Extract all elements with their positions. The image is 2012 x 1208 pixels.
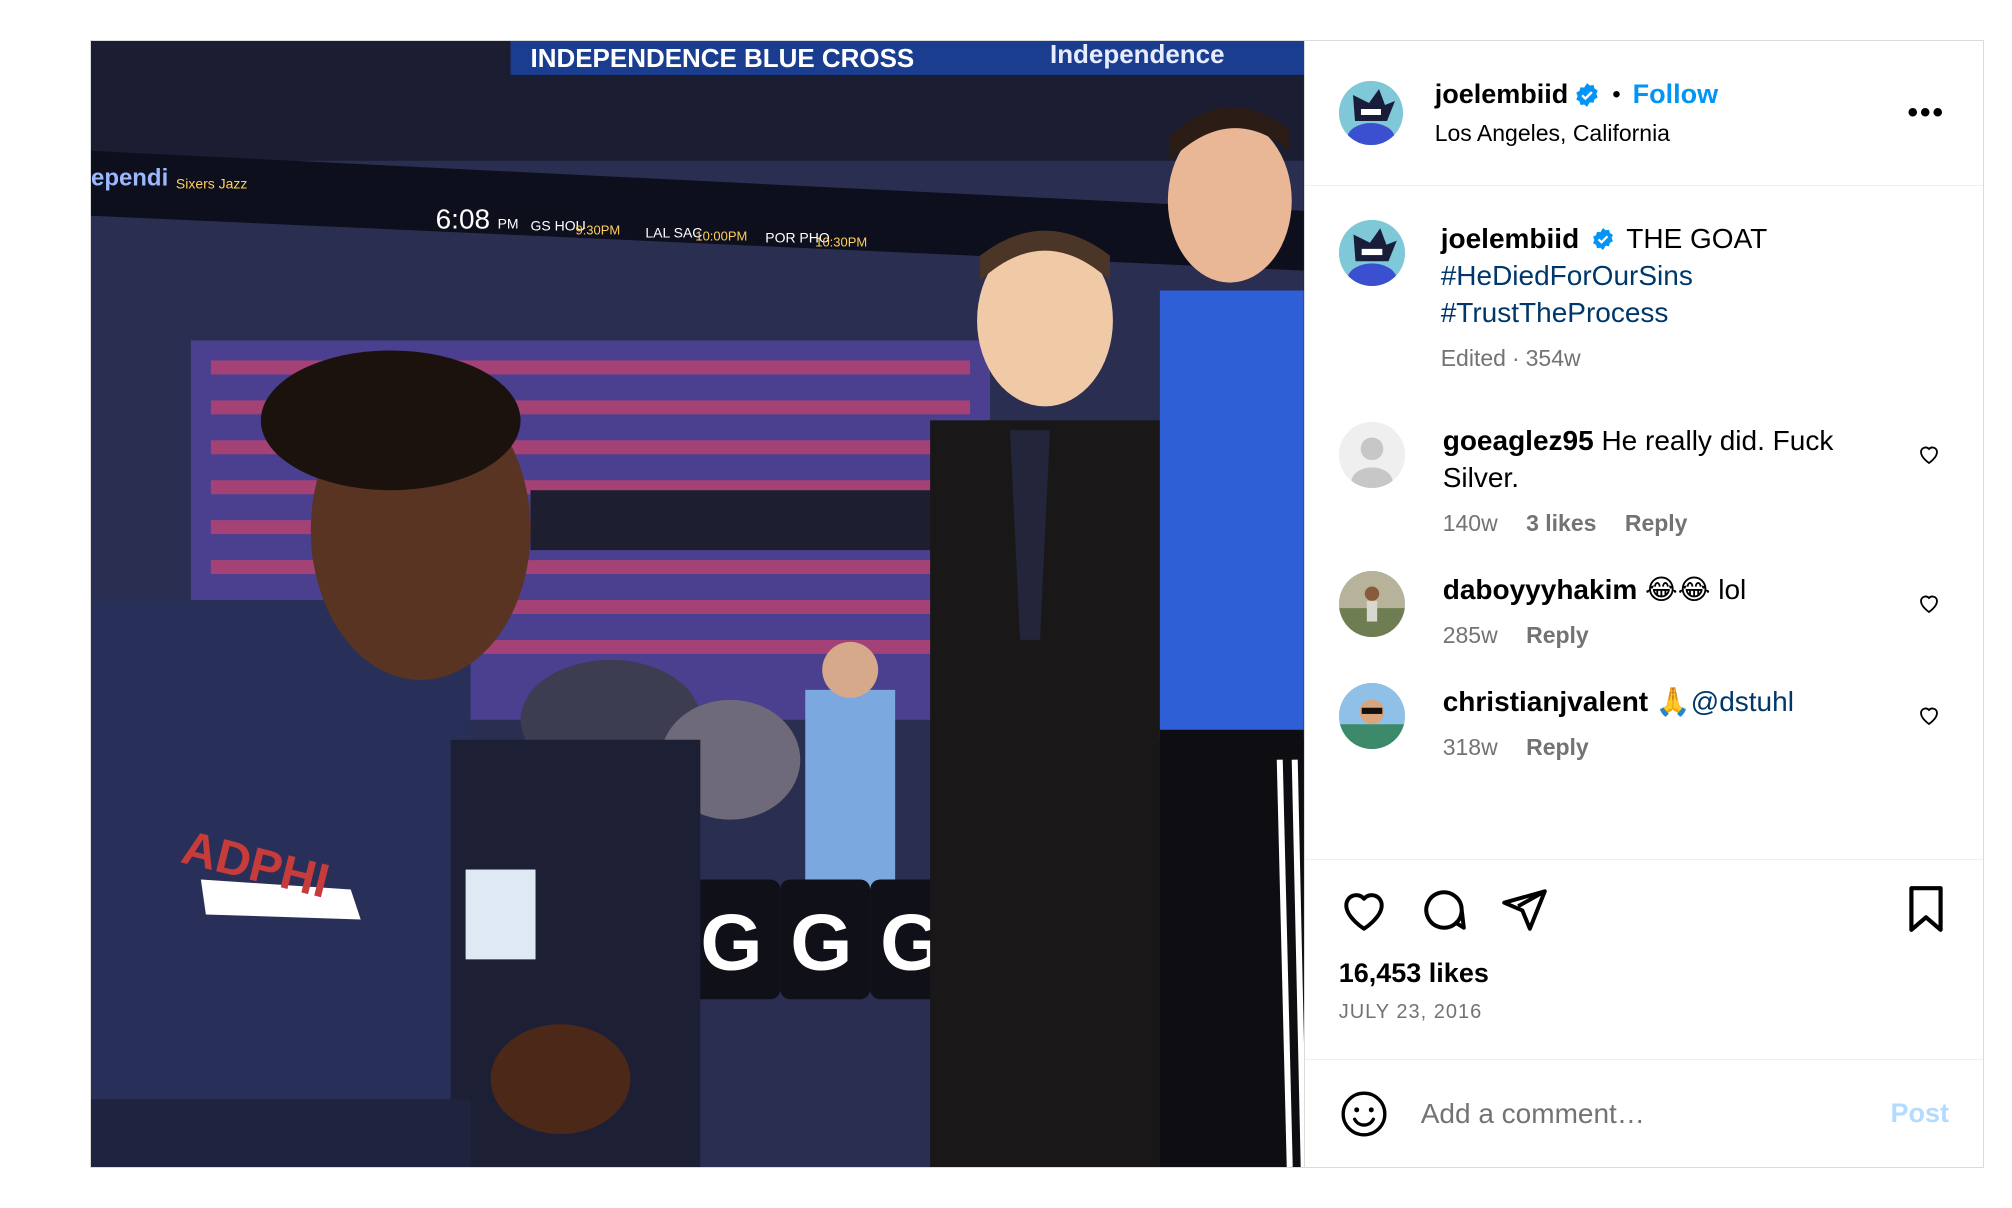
comment-composer: Post: [1304, 1059, 1983, 1167]
post-card: INDEPENDENCE BLUE CROSS Independence epe…: [90, 40, 1984, 1168]
photo-banner-right: Independence: [1050, 41, 1225, 69]
comment-text-block: goeaglez95 He really did. Fuck Silver.: [1443, 422, 1889, 496]
comment-username[interactable]: christianjvalent: [1443, 686, 1648, 717]
svg-text:G: G: [790, 897, 852, 986]
comment-username[interactable]: goeaglez95: [1443, 425, 1594, 456]
caption-verified-badge-icon: [1591, 227, 1615, 251]
caption-body: joelembiid THE GOAT #HeDiedForOurSins #T…: [1441, 220, 1949, 372]
post-header: joelembiid • Follow Los Angeles, Califor…: [1304, 41, 1983, 186]
author-username[interactable]: joelembiid: [1435, 79, 1569, 110]
comment-mention-link[interactable]: @dstuhl: [1691, 686, 1794, 717]
comment-text-block: daboyyyhakim 😂😂 lol: [1443, 571, 1889, 608]
comment-row: goeaglez95 He really did. Fuck Silver. 1…: [1338, 422, 1949, 537]
photo-game-2: LAL SAC: [645, 225, 702, 241]
verified-badge-icon: [1574, 82, 1600, 108]
post-location[interactable]: Los Angeles, California: [1435, 120, 1718, 147]
photo-scoreboard-left: ependi: [91, 165, 168, 192]
like-comment-heart-icon[interactable]: [1917, 591, 1941, 615]
comment-row: daboyyyhakim 😂😂 lol 285w Reply: [1338, 571, 1949, 649]
comments-list[interactable]: joelembiid THE GOAT #HeDiedForOurSins #T…: [1305, 186, 1983, 859]
photo-game-3-time: 10:30PM: [815, 235, 867, 250]
author-avatar[interactable]: [1338, 81, 1403, 145]
caption-row: joelembiid THE GOAT #HeDiedForOurSins #T…: [1338, 220, 1949, 372]
more-options-icon[interactable]: •••: [1907, 96, 1945, 130]
comment-username[interactable]: daboyyyhakim: [1443, 574, 1638, 605]
photo-scoreboard-clock-suffix: PM: [498, 216, 519, 232]
comment-avatar[interactable]: [1338, 422, 1405, 488]
caption-avatar[interactable]: [1338, 220, 1405, 286]
comment-age[interactable]: 140w: [1443, 510, 1498, 536]
comment-body: goeaglez95 He really did. Fuck Silver. 1…: [1443, 422, 1949, 537]
comment-age[interactable]: 285w: [1443, 622, 1498, 648]
comment-avatar[interactable]: [1338, 571, 1405, 637]
caption-username[interactable]: joelembiid: [1441, 223, 1579, 254]
hashtag-link[interactable]: #HeDiedForOurSins: [1441, 257, 1889, 294]
post-photo[interactable]: INDEPENDENCE BLUE CROSS Independence epe…: [91, 41, 1304, 1167]
photo-game-2-time: 10:00PM: [695, 229, 747, 244]
like-comment-heart-icon[interactable]: [1917, 703, 1941, 727]
like-comment-heart-icon[interactable]: [1917, 442, 1941, 466]
caption-meta: Edited · 354w: [1441, 345, 1889, 372]
caption-age[interactable]: 354w: [1526, 345, 1581, 371]
comment-meta: 285w Reply: [1443, 622, 1889, 649]
author-info: joelembiid • Follow Los Angeles, Califor…: [1435, 79, 1718, 147]
comment-text: 😂😂 lol: [1645, 574, 1747, 605]
post-date[interactable]: JULY 23, 2016: [1339, 1001, 1949, 1024]
meta-dot: ·: [1511, 345, 1520, 371]
share-send-icon[interactable]: [1499, 885, 1549, 935]
separator-dot: •: [1612, 80, 1621, 108]
caption-text-block: joelembiid THE GOAT #HeDiedForOurSins #T…: [1441, 220, 1889, 331]
comment-text-block: christianjvalent 🙏@dstuhl: [1443, 683, 1889, 720]
comment-input[interactable]: [1420, 1097, 1891, 1130]
emoji-picker-icon[interactable]: [1339, 1089, 1389, 1139]
post-photo-image: INDEPENDENCE BLUE CROSS Independence epe…: [91, 41, 1304, 1167]
comment-meta: 140w 3 likes Reply: [1443, 510, 1889, 537]
photo-banner-left: INDEPENDENCE BLUE CROSS: [531, 43, 915, 73]
hashtag-link[interactable]: #TrustTheProcess: [1441, 294, 1889, 331]
comment-bubble-icon[interactable]: [1419, 885, 1469, 935]
post-sidebar: joelembiid • Follow Los Angeles, Califor…: [1303, 41, 1983, 1167]
save-bookmark-icon[interactable]: [1903, 884, 1949, 939]
photo-game-1-time: 9:30PM: [575, 223, 620, 238]
action-icons: [1339, 884, 1949, 936]
likes-count[interactable]: 16,453 likes: [1339, 958, 1949, 989]
comment-likes[interactable]: 3 likes: [1526, 510, 1596, 536]
comment-body: christianjvalent 🙏@dstuhl 318w Reply: [1443, 683, 1949, 761]
svg-text:G: G: [700, 897, 762, 986]
caption-edited: Edited: [1440, 345, 1506, 371]
reply-button[interactable]: Reply: [1526, 734, 1589, 760]
like-heart-icon[interactable]: [1339, 885, 1389, 935]
comment-meta: 318w Reply: [1443, 734, 1889, 761]
comment-body: daboyyyhakim 😂😂 lol 285w Reply: [1443, 571, 1949, 649]
photo-scoreboard-teams: Sixers Jazz: [176, 176, 247, 192]
comment-avatar[interactable]: [1338, 683, 1405, 749]
comment-row: christianjvalent 🙏@dstuhl 318w Reply: [1338, 683, 1949, 761]
follow-button[interactable]: Follow: [1633, 79, 1718, 110]
photo-scoreboard-clock: 6:08: [436, 204, 490, 235]
caption-text: THE GOAT: [1626, 223, 1768, 254]
post-comment-button[interactable]: Post: [1890, 1098, 1949, 1129]
post-actions: 16,453 likes JULY 23, 2016: [1304, 859, 1983, 1059]
author-line: joelembiid • Follow: [1435, 79, 1718, 110]
comment-age[interactable]: 318w: [1443, 734, 1498, 760]
comment-text: 🙏: [1655, 686, 1691, 717]
reply-button[interactable]: Reply: [1625, 510, 1688, 536]
reply-button[interactable]: Reply: [1526, 622, 1589, 648]
